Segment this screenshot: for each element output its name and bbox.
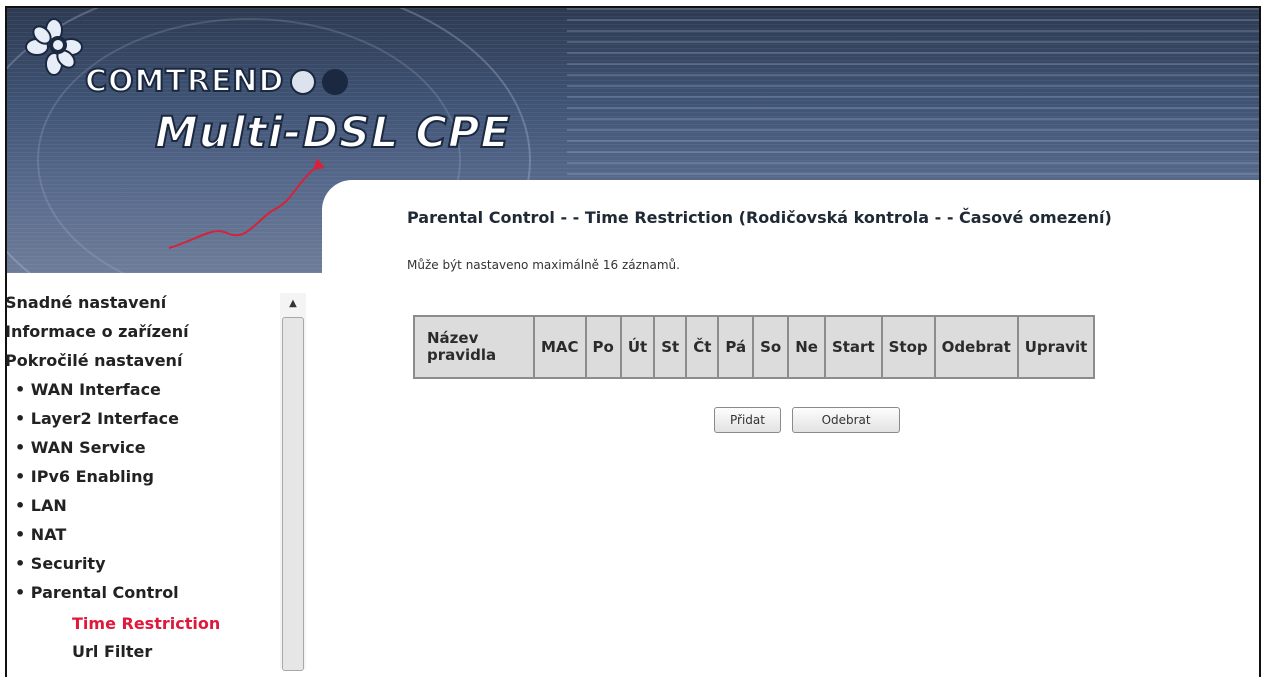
col-mon: Po — [584, 315, 622, 379]
col-rule-name: Název pravidla — [413, 315, 535, 379]
col-thu: Čt — [685, 315, 720, 379]
col-edit: Upravit — [1016, 315, 1096, 379]
sidebar-item-time-restriction[interactable]: Time Restriction — [72, 614, 220, 633]
col-remove: Odebrat — [933, 315, 1019, 379]
col-start: Start — [823, 315, 883, 379]
brand-logo-dots — [290, 69, 354, 99]
col-stop: Stop — [880, 315, 936, 379]
sidebar-item-advanced-setup[interactable]: Pokročilé nastavení — [5, 351, 182, 370]
sidebar-item-lan[interactable]: • LAN — [15, 496, 67, 515]
sidebar-item-security[interactable]: • Security — [15, 554, 106, 573]
sidebar-item-nat[interactable]: • NAT — [15, 525, 66, 544]
sidebar-item-wan-interface[interactable]: • WAN Interface — [15, 380, 161, 399]
action-buttons: Přidat Odebrat — [714, 407, 906, 433]
sidebar-scrollbar[interactable]: ▲ — [280, 293, 306, 671]
col-fri: Pá — [717, 315, 755, 379]
remove-button[interactable]: Odebrat — [792, 407, 901, 433]
add-button[interactable]: Přidat — [714, 407, 781, 433]
scroll-thumb[interactable] — [282, 317, 304, 671]
col-mac: MAC — [533, 315, 587, 379]
col-sun: Ne — [787, 315, 826, 379]
sidebar-item-easy-setup[interactable]: Snadné nastavení — [5, 293, 166, 312]
max-entries-note: Může být nastaveno maximálně 16 záznamů. — [407, 258, 680, 272]
sidebar-item-wan-service[interactable]: • WAN Service — [15, 438, 146, 457]
red-arrow-graphic — [168, 158, 325, 249]
scroll-up-icon[interactable]: ▲ — [280, 293, 306, 315]
col-sat: So — [752, 315, 790, 379]
time-restriction-table: Název pravidla MAC Po Út St Čt Pá So Ne … — [413, 315, 1096, 379]
banner-stripes — [567, 8, 1259, 183]
col-wed: St — [653, 315, 688, 379]
page-title: Parental Control - - Time Restriction (R… — [407, 208, 1112, 227]
table-header-row: Název pravidla MAC Po Út St Čt Pá So Ne … — [413, 315, 1096, 379]
sidebar-item-device-info[interactable]: Informace o zařízení — [5, 322, 189, 341]
sidebar-item-url-filter[interactable]: Url Filter — [72, 642, 152, 661]
comtrend-flower-icon — [25, 18, 83, 76]
sidebar-item-layer2-interface[interactable]: • Layer2 Interface — [15, 409, 179, 428]
brand-logo-text: COMTREND — [84, 63, 285, 100]
sidebar-item-parental-control[interactable]: • Parental Control — [15, 583, 179, 602]
col-tue: Út — [619, 315, 656, 379]
sidebar-item-ipv6-enabling[interactable]: • IPv6 Enabling — [15, 467, 154, 486]
